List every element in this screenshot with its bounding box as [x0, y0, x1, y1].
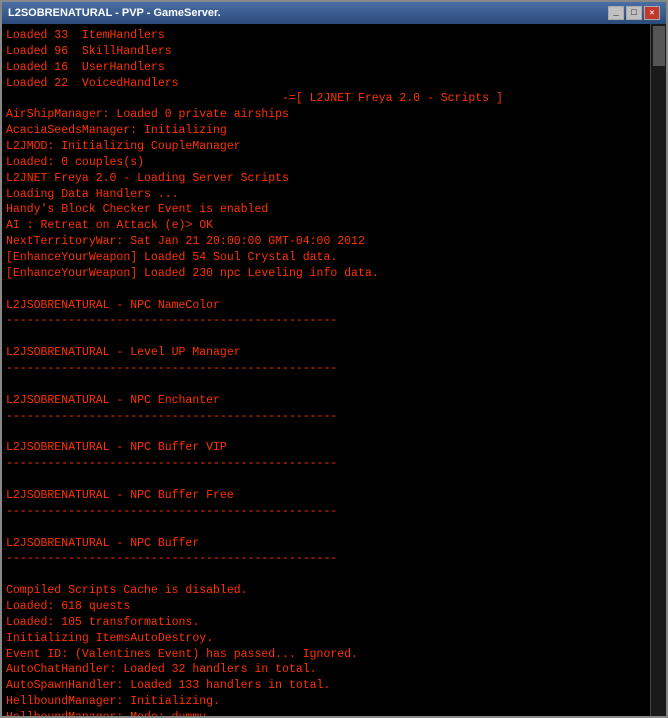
scrollbar-thumb[interactable]: [653, 26, 665, 66]
minimize-button[interactable]: _: [608, 6, 624, 20]
scrollbar[interactable]: [650, 24, 666, 716]
console-text: Loaded 33 ItemHandlers Loaded 96 SkillHa…: [6, 28, 646, 716]
console-wrapper: Loaded 33 ItemHandlers Loaded 96 SkillHa…: [2, 24, 666, 716]
window-controls: _ □ ✕: [608, 6, 660, 20]
maximize-button[interactable]: □: [626, 6, 642, 20]
close-button[interactable]: ✕: [644, 6, 660, 20]
titlebar: L2SOBRENATURAL - PVP - GameServer. _ □ ✕: [2, 2, 666, 24]
window-title: L2SOBRENATURAL - PVP - GameServer.: [8, 7, 221, 19]
main-window: L2SOBRENATURAL - PVP - GameServer. _ □ ✕…: [0, 0, 668, 718]
console-output: Loaded 33 ItemHandlers Loaded 96 SkillHa…: [2, 24, 666, 716]
